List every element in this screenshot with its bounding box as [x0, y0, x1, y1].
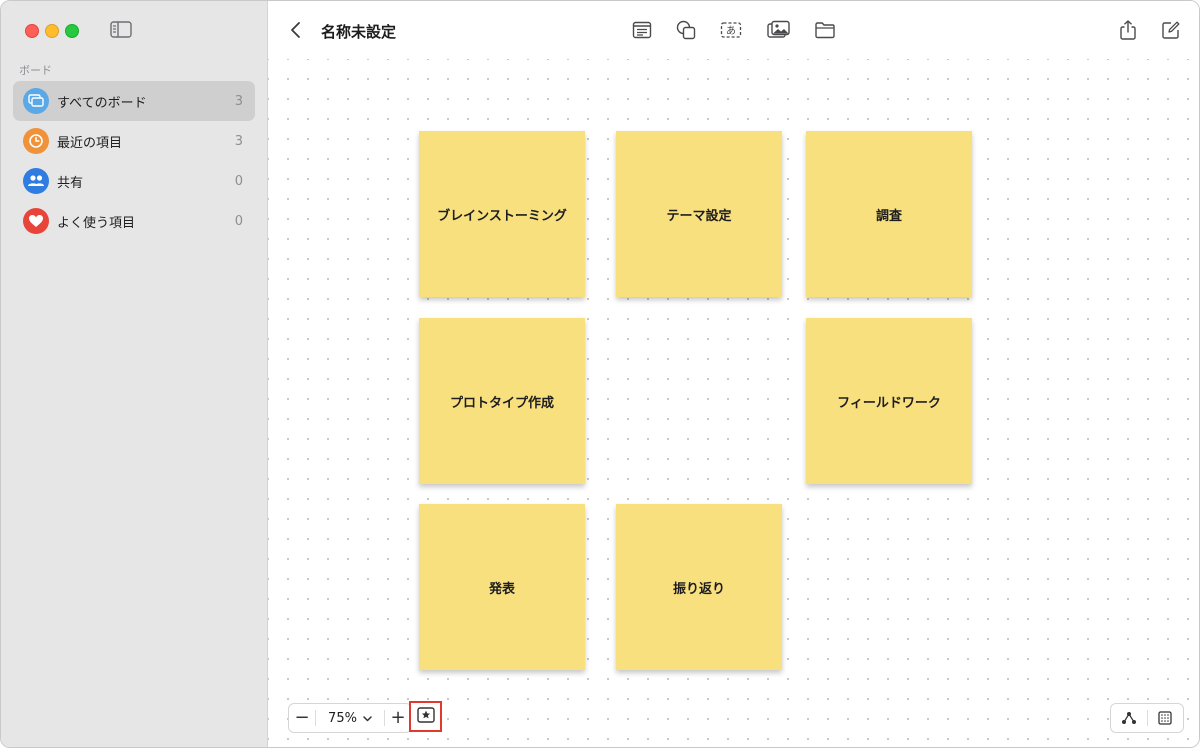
page-title: 名称未設定 [321, 23, 397, 41]
zoom-in-button[interactable]: + [385, 705, 411, 731]
people-icon [23, 168, 49, 194]
zoom-control: − 75% + [288, 703, 412, 733]
share-icon[interactable] [1116, 18, 1140, 42]
close-window-button[interactable] [25, 24, 39, 38]
sidebar-item-label: すべてのボード [57, 95, 147, 111]
view-controls [1110, 703, 1184, 733]
sidebar-item-label: よく使う項目 [57, 215, 136, 231]
sidebar-item-shared[interactable]: 共有 0 [13, 161, 255, 201]
sidebar-item-count: 3 [234, 133, 243, 149]
sticky-note-text: フィールドワーク [837, 395, 941, 411]
sidebar-item-count: 0 [234, 213, 243, 229]
zoom-level-select[interactable]: 75% [316, 711, 384, 726]
board-canvas[interactable]: 名称未設定 あ ブレインストーミング テーマ設定 調査 プロトタイプ作成 フィー… [268, 1, 1199, 747]
sticky-note[interactable]: テーマ設定 [616, 131, 782, 297]
sticky-note-text: ブレインストーミング [437, 208, 567, 224]
shape-icon[interactable] [674, 18, 698, 42]
back-icon[interactable] [286, 18, 306, 42]
sticky-note-text: プロトタイプ作成 [449, 395, 554, 411]
sidebar-item-all-boards[interactable]: すべてのボード 3 [13, 81, 255, 121]
sticky-note-text: 振り返り [672, 581, 725, 597]
chevron-down-icon [363, 711, 372, 726]
media-icon[interactable] [766, 18, 790, 42]
minimize-window-button[interactable] [45, 24, 59, 38]
sticky-note[interactable]: 発表 [419, 504, 585, 670]
sticky-note[interactable]: ブレインストーミング [419, 131, 585, 297]
section-label-boards: ボード [19, 64, 52, 77]
app-window: ボード すべてのボード 3 最近の項目 3 共有 0 よく使う項目 0 名称未設… [0, 0, 1200, 748]
connection-icon[interactable] [1111, 704, 1147, 732]
sidebar-item-label: 最近の項目 [57, 135, 123, 151]
heart-icon [23, 208, 49, 234]
sidebar-item-label: 共有 [57, 175, 84, 191]
clock-icon [23, 128, 49, 154]
sticky-note[interactable]: プロトタイプ作成 [419, 318, 585, 484]
sidebar-item-recent[interactable]: 最近の項目 3 [13, 121, 255, 161]
text-icon[interactable]: あ [719, 18, 743, 42]
star-box-icon [416, 706, 435, 727]
sticky-note[interactable]: 振り返り [616, 504, 782, 670]
sticky-note[interactable]: フィールドワーク [806, 318, 972, 484]
grid-icon[interactable] [1148, 704, 1184, 732]
sidebar-toggle-icon[interactable] [109, 20, 133, 40]
svg-text:あ: あ [726, 25, 736, 37]
folder-icon[interactable] [813, 18, 837, 42]
sidebar-item-count: 3 [234, 93, 243, 109]
zoom-window-button[interactable] [65, 24, 79, 38]
zoom-level-value: 75% [328, 710, 357, 726]
compose-icon[interactable] [1159, 18, 1183, 42]
sticky-note-text: 発表 [488, 581, 515, 597]
sidebar-item-favorites[interactable]: よく使う項目 0 [13, 201, 255, 241]
boards-icon [23, 88, 49, 114]
sidebar: ボード すべてのボード 3 最近の項目 3 共有 0 よく使う項目 0 [1, 1, 268, 747]
zoom-out-button[interactable]: − [289, 705, 315, 731]
favorite-board-button[interactable] [409, 701, 442, 732]
sticky-note-text: 調査 [875, 208, 902, 224]
sidebar-item-count: 0 [234, 173, 243, 189]
sticky-note-text: テーマ設定 [666, 208, 732, 224]
text-box-icon[interactable] [630, 18, 654, 42]
sticky-note[interactable]: 調査 [806, 131, 972, 297]
